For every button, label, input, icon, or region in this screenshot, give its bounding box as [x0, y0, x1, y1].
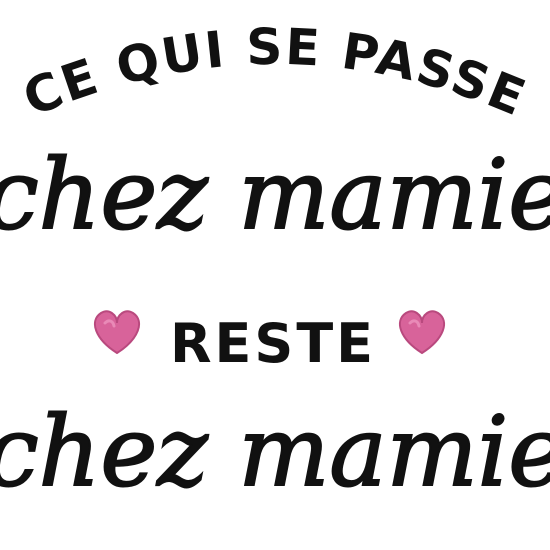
heading-arc-textpath: CE QUI SE PASSE	[15, 18, 532, 128]
heart-icon	[93, 310, 141, 355]
heading-arc-text: CE QUI SE PASSE	[15, 18, 534, 128]
heart-icon	[398, 310, 446, 355]
script-line-top: chez mamie	[0, 139, 550, 251]
script-line-bottom: chez mamie	[0, 396, 550, 508]
quote-artwork: CE QUI SE PASSE chez mamie RESTE chez ma…	[0, 18, 550, 509]
middle-caps-text: RESTE	[170, 312, 376, 375]
